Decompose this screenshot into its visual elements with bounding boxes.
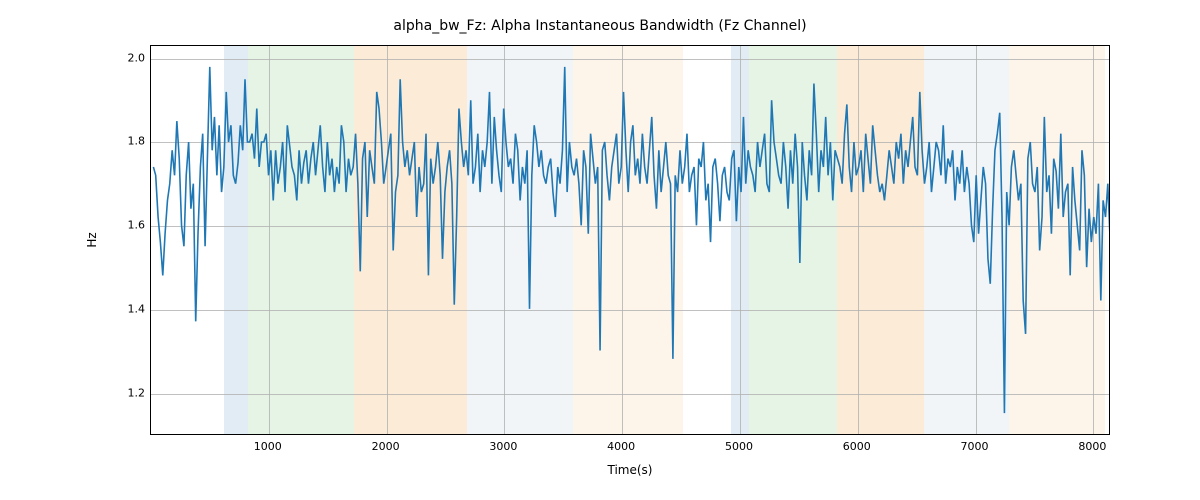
y-tick-label: 1.4 <box>105 303 145 316</box>
y-axis-label: Hz <box>85 232 99 247</box>
x-tick-label: 1000 <box>254 440 282 453</box>
x-axis-label: Time(s) <box>608 463 653 477</box>
series-line <box>153 67 1109 413</box>
y-tick-label: 2.0 <box>105 51 145 64</box>
line-trace <box>151 46 1109 434</box>
chart-title: alpha_bw_Fz: Alpha Instantaneous Bandwid… <box>0 18 1200 34</box>
plot-area <box>150 45 1110 435</box>
y-tick-label: 1.8 <box>105 135 145 148</box>
x-tick-label: 2000 <box>372 440 400 453</box>
x-tick-label: 7000 <box>961 440 989 453</box>
x-tick-label: 4000 <box>607 440 635 453</box>
x-tick-label: 6000 <box>843 440 871 453</box>
y-tick-label: 1.2 <box>105 387 145 400</box>
x-tick-label: 5000 <box>725 440 753 453</box>
y-tick-label: 1.6 <box>105 219 145 232</box>
x-tick-label: 8000 <box>1078 440 1106 453</box>
x-tick-label: 3000 <box>489 440 517 453</box>
chart-figure: alpha_bw_Fz: Alpha Instantaneous Bandwid… <box>0 0 1200 500</box>
